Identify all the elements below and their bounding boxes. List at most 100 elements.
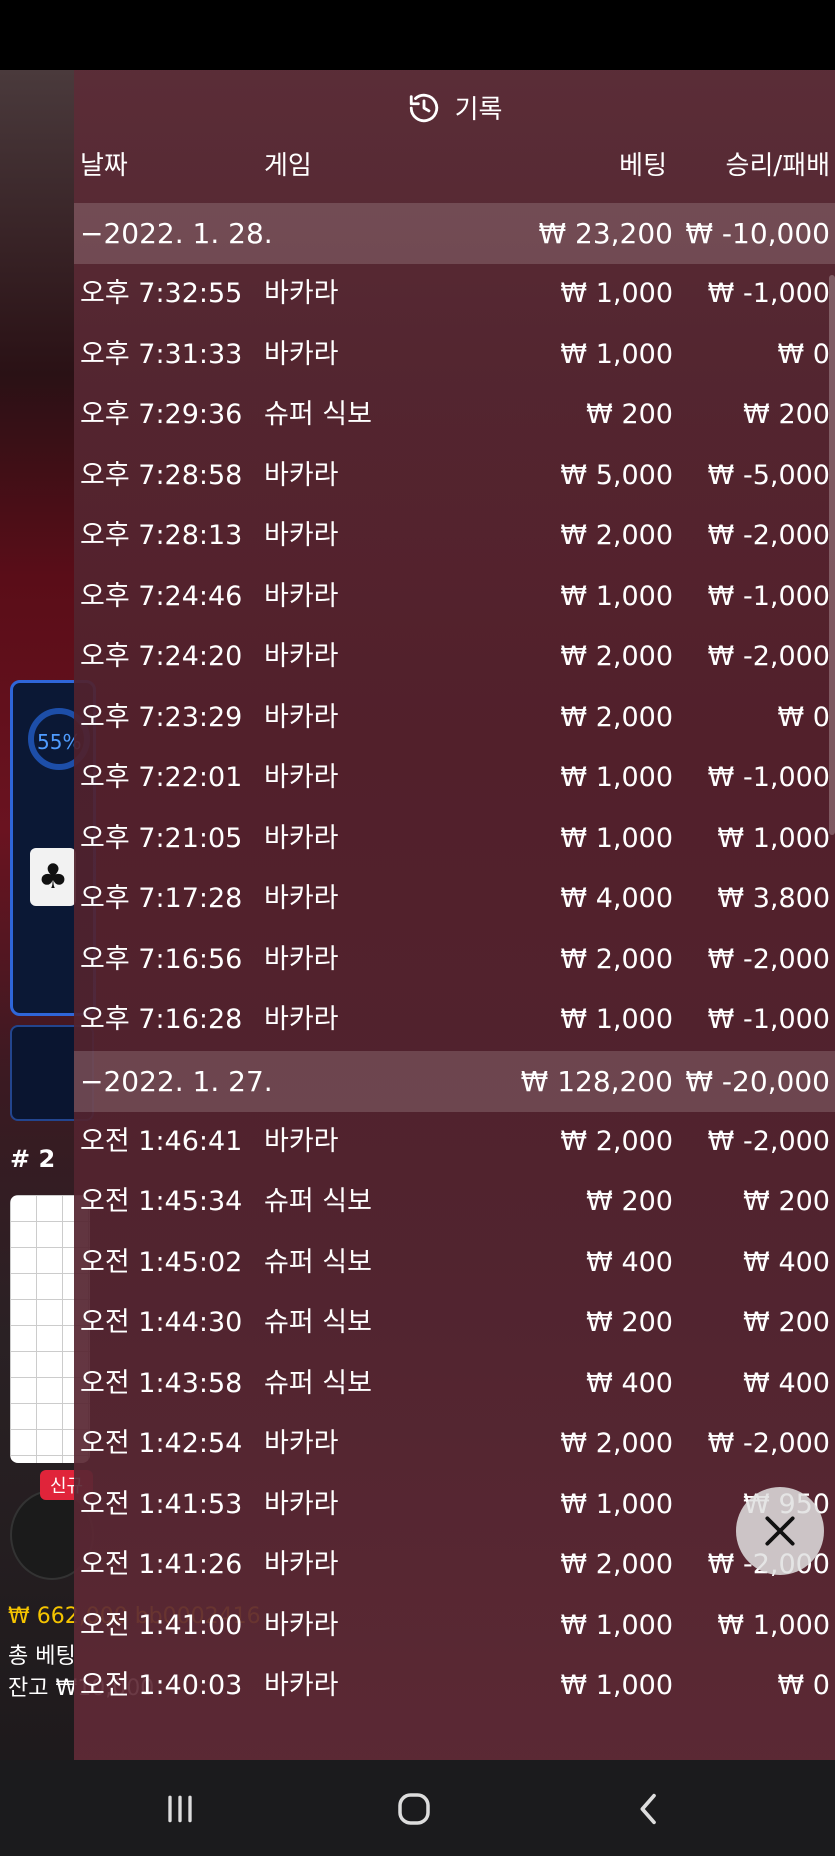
- history-row[interactable]: 오후 7:28:58 바카라 ₩ 5,000 ₩ -5,000: [74, 446, 835, 507]
- row-game: 바카라: [264, 1488, 339, 1520]
- row-time: 오전 1:43:58: [80, 1367, 243, 1399]
- history-row[interactable]: 오전 1:41:26바카라₩ 2,000₩ -2,000: [74, 1535, 835, 1596]
- row-bet: ₩ 1,000: [560, 822, 673, 854]
- history-row[interactable]: 오후 7:23:29 바카라 ₩ 2,000 ₩ 0: [74, 688, 835, 749]
- row-game: 슈퍼 식보: [264, 1307, 372, 1338]
- row-bet: ₩ 1,000: [560, 338, 673, 370]
- row-bet: ₩ 2,000: [560, 1125, 673, 1157]
- date-group-header[interactable]: −2022. 1. 28. ₩ 23,200 ₩ -10,000: [74, 203, 835, 264]
- group-bet-total: ₩ 128,200: [520, 1064, 673, 1098]
- history-row[interactable]: 오후 7:24:20 바카라 ₩ 2,000 ₩ -2,000: [74, 627, 835, 688]
- row-game: 바카라: [264, 762, 339, 793]
- row-bet: ₩ 1,000: [560, 1488, 673, 1520]
- row-result: ₩ 200: [743, 399, 830, 430]
- row-time: 오전 1:41:26: [80, 1549, 243, 1580]
- row-time: 오전 1:45:02: [80, 1246, 243, 1278]
- scrollbar[interactable]: [829, 275, 835, 835]
- row-game: 바카라: [264, 822, 339, 854]
- close-button[interactable]: [736, 1487, 824, 1575]
- row-result: ₩ 200: [743, 1307, 830, 1338]
- row-game: 슈퍼 식보: [264, 1186, 372, 1217]
- group-result-total: ₩ -10,000: [685, 217, 830, 250]
- row-result: ₩ 1,000: [717, 1609, 830, 1641]
- history-row[interactable]: 오전 1:46:41 바카라 ₩ 2,000 ₩ -2,000: [74, 1112, 835, 1173]
- history-row[interactable]: 오전 1:43:58 슈퍼 식보 ₩ 400 ₩ 400: [74, 1354, 835, 1415]
- row-result: ₩ -2,000: [707, 641, 830, 672]
- row-bet: ₩ 2,000: [560, 520, 673, 551]
- column-result: 승리/패배: [725, 151, 830, 181]
- back-icon: [640, 1793, 656, 1825]
- history-row[interactable]: 오전 1:42:54 바카라 ₩ 2,000 ₩ -2,000: [74, 1414, 835, 1475]
- row-time: 오후 7:16:28: [80, 1004, 243, 1035]
- row-game: 바카라: [264, 1549, 339, 1580]
- back-button[interactable]: [624, 1784, 674, 1834]
- row-result: ₩ 3,800: [717, 883, 830, 914]
- row-time: 오전 1:45:34: [80, 1186, 243, 1217]
- club-card-icon: ♣: [30, 848, 76, 906]
- history-row[interactable]: 오후 7:31:33 바카라 ₩ 1,000 ₩ 0: [74, 325, 835, 386]
- history-list[interactable]: −2022. 1. 28. ₩ 23,200 ₩ -10,000 오후 7:32:55…: [74, 203, 835, 1717]
- history-row[interactable]: 오전 1:44:30 슈퍼 식보 ₩ 200 ₩ 200: [74, 1293, 835, 1354]
- row-time: 오후 7:31:33: [80, 338, 243, 370]
- row-time: 오전 1:41:00: [80, 1609, 243, 1641]
- history-row[interactable]: 오후 7:16:56 바카라 ₩ 2,000 ₩ -2,000: [74, 930, 835, 991]
- row-game: 슈퍼 식보: [264, 1246, 372, 1278]
- row-result: ₩ -5,000: [707, 459, 830, 491]
- history-row[interactable]: 오후 7:28:13 바카라 ₩ 2,000 ₩ -2,000: [74, 506, 835, 567]
- row-bet: ₩ 2,000: [560, 701, 673, 733]
- row-time: 오후 7:21:05: [80, 822, 243, 854]
- row-time: 오전 1:44:30: [80, 1307, 243, 1338]
- home-icon: [398, 1793, 430, 1825]
- row-time: 오후 7:23:29: [80, 701, 243, 733]
- history-row[interactable]: 오후 7:32:55 바카라 ₩ 1,000 ₩ -1,000: [74, 264, 835, 325]
- panel-header: 기록: [74, 70, 835, 145]
- recents-button[interactable]: [155, 1784, 205, 1834]
- history-row[interactable]: 오후 7:16:28 바카라 ₩ 1,000 ₩ -1,000: [74, 990, 835, 1051]
- row-game: 바카라: [264, 883, 339, 914]
- row-time: 오후 7:28:58: [80, 459, 243, 491]
- row-time: 오후 7:22:01: [80, 762, 243, 793]
- row-bet: ₩ 200: [586, 1186, 673, 1217]
- row-time: 오후 7:29:36: [80, 399, 243, 430]
- row-game: 바카라: [264, 278, 339, 309]
- group-date: −2022. 1. 28.: [80, 217, 273, 250]
- row-time: 오후 7:32:55: [80, 278, 243, 309]
- history-row[interactable]: 오후 7:22:01 바카라 ₩ 1,000 ₩ -1,000: [74, 748, 835, 809]
- row-game: 바카라: [264, 338, 339, 370]
- row-game: 바카라: [264, 701, 339, 733]
- history-row[interactable]: 오전 1:40:03 바카라 ₩ 1,000 ₩ 0: [74, 1656, 835, 1717]
- history-row[interactable]: 오전 1:41:00 바카라 ₩ 1,000 ₩ 1,000: [74, 1596, 835, 1657]
- history-row[interactable]: 오후 7:21:05 바카라 ₩ 1,000 ₩ 1,000: [74, 809, 835, 870]
- history-row[interactable]: 오후 7:17:28 바카라 ₩ 4,000 ₩ 3,800: [74, 869, 835, 930]
- row-bet: ₩ 2,000: [560, 641, 673, 672]
- history-row[interactable]: 오전 1:41:53바카라₩ 1,000₩ 950: [74, 1475, 835, 1536]
- group-result-total: ₩ -20,000: [685, 1064, 830, 1098]
- row-game: 바카라: [264, 1609, 339, 1641]
- row-game: 바카라: [264, 1670, 339, 1701]
- history-row[interactable]: 오후 7:29:36 슈퍼 식보 ₩ 200 ₩ 200: [74, 385, 835, 446]
- status-bar: [0, 0, 835, 70]
- row-game: 슈퍼 식보: [264, 399, 372, 430]
- row-game: 바카라: [264, 459, 339, 491]
- column-bet: 베팅: [619, 151, 667, 181]
- row-bet: ₩ 400: [586, 1246, 673, 1278]
- row-bet: ₩ 1,000: [560, 1609, 673, 1641]
- row-result: ₩ 1,000: [717, 822, 830, 854]
- row-time: 오전 1:41:53: [80, 1488, 243, 1520]
- history-row[interactable]: 오전 1:45:34 슈퍼 식보 ₩ 200 ₩ 200: [74, 1172, 835, 1233]
- history-row[interactable]: 오후 7:24:46 바카라 ₩ 1,000 ₩ -1,000: [74, 567, 835, 628]
- row-game: 바카라: [264, 1428, 339, 1459]
- row-game: 바카라: [264, 520, 339, 551]
- row-result: ₩ -2,000: [707, 943, 830, 975]
- android-nav-bar: [0, 1760, 835, 1856]
- row-time: 오후 7:28:13: [80, 520, 243, 551]
- date-group-header[interactable]: −2022. 1. 27. ₩ 128,200 ₩ -20,000: [74, 1050, 835, 1112]
- home-button[interactable]: [389, 1784, 439, 1834]
- history-row[interactable]: 오전 1:45:02 슈퍼 식보 ₩ 400 ₩ 400: [74, 1233, 835, 1294]
- column-date: 날짜: [80, 151, 128, 181]
- row-bet: ₩ 1,000: [560, 278, 673, 309]
- column-headers: 날짜 게임 베팅 승리/패배: [74, 145, 835, 200]
- row-bet: ₩ 1,000: [560, 1670, 673, 1701]
- row-time: 오전 1:40:03: [80, 1670, 243, 1701]
- row-bet: ₩ 4,000: [560, 883, 673, 914]
